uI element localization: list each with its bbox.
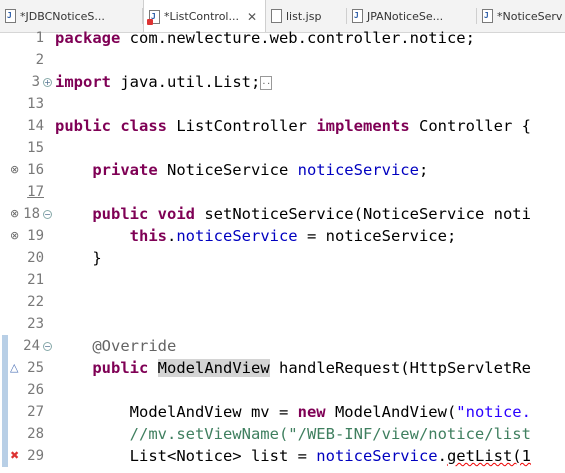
- code-text: com.newlecture.web.controller.notice;: [120, 29, 475, 47]
- line-number: 27: [27, 404, 44, 420]
- field-name: noticeService: [316, 447, 438, 465]
- code-line: ⊗ 18 − public void setNoticeService(Noti…: [0, 203, 565, 225]
- code-text: Controller {: [409, 117, 531, 135]
- code-line: ⊗ 16 private NoticeService noticeService…: [0, 159, 565, 181]
- line-number: 20: [27, 250, 44, 266]
- keyword: public: [92, 359, 149, 377]
- line-number: 2: [35, 52, 44, 68]
- keyword: class: [120, 117, 168, 135]
- line-number: 22: [27, 294, 44, 310]
- line-number: 23: [27, 316, 44, 332]
- folded-code-icon[interactable]: ..: [260, 75, 273, 90]
- code-line: 23: [0, 313, 565, 335]
- java-file-error-icon: J: [147, 9, 160, 25]
- fold-expand-icon[interactable]: +: [43, 78, 52, 87]
- code-line: 2: [0, 49, 565, 71]
- java-file-icon: J: [4, 9, 16, 23]
- tab-label: list.jsp: [286, 9, 322, 23]
- line-number: 24: [23, 338, 40, 354]
- tab-label: JPANoticeSe...: [367, 9, 444, 23]
- line-number: 25: [27, 360, 44, 376]
- keyword: this: [129, 227, 167, 245]
- code-line: 14 public class ListController implement…: [0, 115, 565, 137]
- code-text: ;: [418, 161, 429, 179]
- code-line: 28 //mv.setViewName("/WEB-INF/view/notic…: [0, 423, 565, 445]
- line-number: 16: [27, 162, 44, 178]
- code-text: NoticeService: [157, 161, 298, 179]
- line-number: 3: [31, 74, 40, 90]
- java-file-icon: J: [481, 9, 493, 23]
- code-text: java.util.List;: [111, 73, 261, 91]
- code-editor[interactable]: 1 package com.newlecture.web.controller.…: [0, 29, 565, 473]
- code-line: ✖ 29 List<Notice> list = noticeService.g…: [0, 445, 565, 467]
- keyword: package: [55, 29, 121, 47]
- keyword: private: [92, 161, 158, 179]
- line-number: 14: [27, 118, 44, 134]
- code-text: .: [166, 227, 177, 245]
- keyword: public: [55, 117, 111, 135]
- code-comment: //mv.setViewName("/WEB-INF/view/notice/l…: [129, 425, 531, 443]
- code-text: }: [92, 249, 102, 267]
- code-text: ModelAndView(: [325, 403, 457, 421]
- error-code: getList(1: [446, 447, 531, 465]
- jsp-file-icon: [270, 9, 282, 23]
- line-number: 17: [27, 184, 44, 200]
- code-text: setNoticeService(NoticeService noti: [195, 205, 531, 223]
- close-icon[interactable]: ✕: [247, 10, 257, 24]
- code-line: 13: [0, 93, 565, 115]
- tab-label: *JDBCNoticeS...: [20, 9, 105, 23]
- code-text: .: [437, 447, 447, 465]
- code-line: 20 }: [0, 247, 565, 269]
- code-line: △ 25 public ModelAndView handleRequest(H…: [0, 357, 565, 379]
- line-number: 15: [27, 140, 44, 156]
- keyword: new: [297, 403, 326, 421]
- code-text: = noticeService;: [297, 227, 457, 245]
- string-literal: "notice.: [456, 403, 531, 421]
- line-number: 19: [27, 228, 44, 244]
- line-number: 28: [27, 426, 44, 442]
- fold-collapse-icon[interactable]: −: [43, 342, 52, 351]
- line-number: 26: [27, 382, 44, 398]
- code-line: 15: [0, 137, 565, 159]
- code-text: ModelAndView mv =: [129, 403, 298, 421]
- code-line: 26: [0, 379, 565, 401]
- highlighted-type: ModelAndView: [157, 359, 270, 377]
- code-text: List<Notice> list =: [129, 447, 317, 465]
- line-number: 13: [27, 96, 44, 112]
- code-line: 21: [0, 269, 565, 291]
- fold-collapse-icon[interactable]: −: [43, 210, 52, 219]
- code-line: ⊗ 19 this.noticeService = noticeService;: [0, 225, 565, 247]
- keyword: implements: [316, 117, 410, 135]
- annotation: @Override: [92, 337, 177, 355]
- keyword: void: [157, 205, 195, 223]
- code-line: 17: [0, 181, 565, 203]
- line-number: 18: [23, 206, 40, 222]
- code-line: 24 − @Override: [0, 335, 565, 357]
- line-number: 21: [27, 272, 44, 288]
- tab-label: *NoticeServ: [497, 9, 563, 23]
- tab-label: *ListControl...: [164, 10, 239, 23]
- code-line: 3 + import java.util.List;..: [0, 71, 565, 93]
- java-file-icon: J: [351, 9, 363, 23]
- keyword: import: [55, 73, 111, 91]
- line-number: 29: [27, 448, 44, 464]
- code-text: handleRequest(HttpServletRe: [269, 359, 531, 377]
- field-name: noticeService: [176, 227, 298, 245]
- keyword: public: [92, 205, 149, 223]
- code-line: 27 ModelAndView mv = new ModelAndView("n…: [0, 401, 565, 423]
- code-line: 1 package com.newlecture.web.controller.…: [0, 27, 565, 49]
- field-name: noticeService: [297, 161, 419, 179]
- line-number: 1: [35, 30, 44, 46]
- code-text: ListController: [167, 117, 317, 135]
- code-line: 22: [0, 291, 565, 313]
